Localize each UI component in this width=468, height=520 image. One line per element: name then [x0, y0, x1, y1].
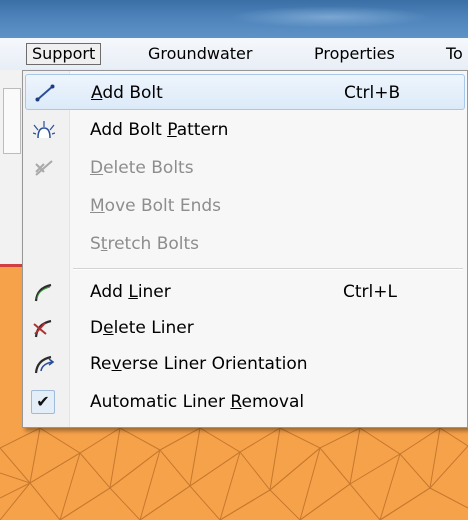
- menu-item-label: Delete Bolts: [90, 158, 194, 178]
- menu-properties[interactable]: Properties: [309, 43, 400, 65]
- window-title-bar: [0, 0, 468, 38]
- menu-item-label: Move Bolt Ends: [90, 196, 222, 216]
- menu-item-add-bolt[interactable]: Add Bolt Ctrl+B: [25, 74, 465, 110]
- add-bolt-pattern-icon: [32, 120, 56, 140]
- add-bolt-icon: [34, 83, 56, 103]
- menu-item-automatic-liner-removal[interactable]: ✔ Automatic Liner Removal: [25, 384, 465, 420]
- menu-item-stretch-bolts[interactable]: Stretch Bolts: [25, 226, 465, 262]
- menu-separator-highlight: [73, 269, 463, 270]
- menu-bar: Support Groundwater Properties To: [0, 38, 468, 71]
- menu-item-label: Reverse Liner Orientation: [90, 354, 308, 374]
- menu-groundwater[interactable]: Groundwater: [143, 43, 257, 65]
- menu-item-move-bolt-ends[interactable]: Move Bolt Ends: [25, 188, 465, 224]
- menu-item-shortcut: Ctrl+L: [343, 282, 397, 302]
- menu-item-delete-bolts[interactable]: Delete Bolts: [25, 150, 465, 186]
- menu-item-label: Add Liner: [90, 282, 171, 302]
- toolbar-edge: [3, 88, 21, 154]
- menu-item-label: Delete Liner: [90, 318, 194, 338]
- menu-item-shortcut: Ctrl+B: [344, 83, 401, 103]
- delete-bolts-icon: [33, 158, 55, 178]
- reverse-liner-icon: [33, 354, 55, 374]
- menu-item-label: Stretch Bolts: [90, 234, 200, 254]
- menu-item-label: Add Bolt Pattern: [90, 120, 229, 140]
- add-liner-icon: [33, 282, 55, 302]
- menu-tools-partial[interactable]: To: [441, 43, 468, 65]
- finite-element-mesh: [0, 428, 468, 520]
- delete-liner-icon: [33, 318, 55, 338]
- menu-item-label: Automatic Liner Removal: [90, 392, 305, 412]
- menu-item-add-liner[interactable]: Add Liner Ctrl+L: [25, 274, 465, 310]
- menu-item-label: Add Bolt: [91, 83, 163, 103]
- menu-item-add-bolt-pattern[interactable]: Add Bolt Pattern: [25, 112, 465, 148]
- support-dropdown-menu: Add Bolt Ctrl+B Add Bolt Pattern Delete: [22, 70, 468, 428]
- checkmark-icon: ✔: [31, 390, 55, 414]
- menu-item-delete-liner[interactable]: Delete Liner: [25, 310, 465, 346]
- title-bar-glow: [230, 6, 430, 28]
- menu-item-reverse-liner-orientation[interactable]: Reverse Liner Orientation: [25, 346, 465, 382]
- menu-support[interactable]: Support: [26, 43, 102, 65]
